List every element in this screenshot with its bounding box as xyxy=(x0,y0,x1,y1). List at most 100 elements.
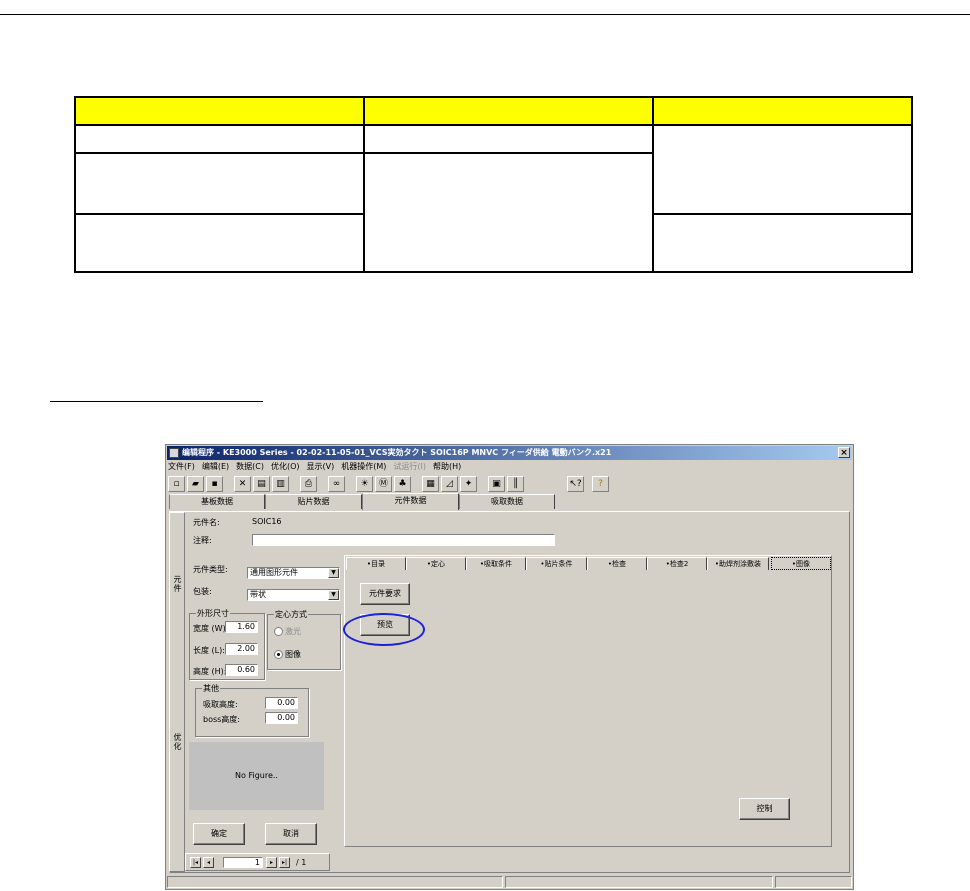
status-bar xyxy=(167,876,852,888)
help-pointer-icon[interactable]: ↖? xyxy=(567,476,584,492)
open-icon[interactable]: ▰ xyxy=(187,476,204,492)
element-request-button[interactable]: 元件要求 xyxy=(360,583,410,605)
detail-tab-bar: •目录 •定心 •吸取条件 •贴片条件 •检查 •检查2 •助焊剂涂敷装 •图像 xyxy=(346,557,831,571)
gear-icon[interactable]: ✦ xyxy=(460,476,477,492)
record-number-field[interactable]: 1 xyxy=(223,857,263,868)
boss-height-label: boss高度: xyxy=(203,715,241,724)
table-cell xyxy=(652,96,913,126)
menu-file[interactable]: 文件(F) xyxy=(168,462,195,471)
copy-icon[interactable]: ▤ xyxy=(253,476,270,492)
part-type-value: 通用图形元件 xyxy=(250,568,298,577)
status-pane xyxy=(505,876,773,888)
last-record-icon[interactable]: ▸| xyxy=(279,857,290,868)
first-record-icon[interactable]: |◂ xyxy=(190,857,201,868)
menu-help[interactable]: 帮助(H) xyxy=(433,462,461,471)
centering-group: 定心方式 xyxy=(267,609,341,670)
menu-machine[interactable]: 机器操作(M) xyxy=(341,462,386,471)
menu-view[interactable]: 显示(V) xyxy=(307,462,335,471)
help-icon[interactable]: ? xyxy=(592,476,609,492)
vertical-tab-strip: 元件 优化 xyxy=(169,512,185,872)
glasses-icon[interactable]: ∞ xyxy=(328,476,345,492)
components-icon[interactable]: ♣ xyxy=(394,476,411,492)
height-label: 高度 (H): xyxy=(193,667,227,676)
vertical-tab-part[interactable]: 元件 xyxy=(173,575,182,593)
tab-image[interactable]: •图像 xyxy=(771,557,831,570)
pickup-height-label: 吸取高度: xyxy=(203,700,238,709)
tab-inspection[interactable]: •检查 xyxy=(587,557,647,570)
dimensions-title: 外形尺寸 xyxy=(196,608,230,619)
table-cell xyxy=(74,124,365,154)
highlight-ellipse xyxy=(343,613,425,646)
tab-inspection-2[interactable]: •检查2 xyxy=(647,557,707,570)
menu-data[interactable]: 数据(C) xyxy=(236,462,264,471)
length-label: 长度 (L): xyxy=(193,646,225,655)
tab-pickup-conditions[interactable]: •吸取条件 xyxy=(466,557,526,570)
top-tab-bar: 基板数据 贴片数据 元件数据 吸取数据 xyxy=(169,493,850,510)
menu-optimize[interactable]: 优化(O) xyxy=(271,462,300,471)
window-title: 编辑程序 - KE3000 Series - 02-02-11-05-01_VC… xyxy=(182,448,612,457)
toolbar: ▫ ▰ ▪ ✕ ▤ ▥ ⎙ ∞ ☀ Ⓜ ♣ ▦ ◿ ✦ ▣ ║ ↖? ? xyxy=(168,475,851,493)
previous-record-icon[interactable]: ◂ xyxy=(203,857,214,868)
menu-bar: 文件(F) 编辑(E) 数据(C) 优化(O) 显示(V) 机器操作(M) 试运行(I) 帮助… xyxy=(168,461,468,473)
package-select[interactable]: 带状 ▼ xyxy=(247,589,340,601)
comment-field[interactable] xyxy=(252,534,555,546)
tab-part-data[interactable]: 元件数据 xyxy=(362,493,459,510)
status-pane xyxy=(775,876,852,888)
tab-pickup-data[interactable]: 吸取数据 xyxy=(459,494,555,509)
print-icon[interactable]: ⎙ xyxy=(300,476,317,492)
title-bar: 编辑程序 - KE3000 Series - 02-02-11-05-01_VC… xyxy=(167,446,852,460)
width-field[interactable]: 1.60 xyxy=(225,621,258,633)
boss-height-field[interactable]: 0.00 xyxy=(265,712,298,724)
table-cell xyxy=(652,124,913,215)
part-name-label: 元件名: xyxy=(193,518,220,527)
document-table xyxy=(74,96,913,273)
vertical-tab-optimize[interactable]: 优化 xyxy=(173,733,182,751)
feeder-icon[interactable]: Ⓜ xyxy=(375,476,392,492)
part-type-label: 元件类型: xyxy=(193,565,228,574)
record-navigator: |◂ ◂ 1 ▸ ▸| / 1 xyxy=(185,853,330,871)
laser-radio[interactable] xyxy=(274,627,283,636)
header-rule xyxy=(0,14,970,15)
table-cell xyxy=(74,96,365,126)
package-label: 包装: xyxy=(193,587,212,596)
underline-rule xyxy=(50,401,263,402)
tab-board-data[interactable]: 基板数据 xyxy=(169,494,265,509)
chart-icon[interactable]: ◿ xyxy=(441,476,458,492)
laser-label: 激光 xyxy=(285,627,301,636)
bulb-icon[interactable]: ☀ xyxy=(356,476,373,492)
height-field[interactable]: 0.60 xyxy=(225,664,258,676)
image-radio[interactable] xyxy=(274,650,283,659)
next-record-icon[interactable]: ▸ xyxy=(266,857,277,868)
tab-flux-dipping[interactable]: •助焊剂涂敷装 xyxy=(707,557,769,570)
paste-icon[interactable]: ▥ xyxy=(272,476,289,492)
cancel-button[interactable]: 取消 xyxy=(265,823,317,845)
tab-centering[interactable]: •定心 xyxy=(406,557,466,570)
ok-button[interactable]: 确定 xyxy=(193,823,245,845)
close-button[interactable]: × xyxy=(838,447,850,458)
control-button[interactable]: 控制 xyxy=(739,798,790,820)
table-cell xyxy=(363,124,654,154)
table-cell xyxy=(652,213,913,273)
chevron-down-icon[interactable]: ▼ xyxy=(328,590,339,600)
comment-label: 注释: xyxy=(193,536,212,545)
list-icon[interactable]: ▦ xyxy=(422,476,439,492)
part-type-select[interactable]: 通用图形元件 ▼ xyxy=(247,567,340,579)
new-icon[interactable]: ▫ xyxy=(168,476,185,492)
table-cell xyxy=(74,152,365,215)
length-field[interactable]: 2.00 xyxy=(225,643,258,655)
chevron-down-icon[interactable]: ▼ xyxy=(328,568,339,578)
document-table-header-row xyxy=(74,96,913,126)
save-icon[interactable]: ▪ xyxy=(206,476,223,492)
menu-edit[interactable]: 编辑(E) xyxy=(202,462,229,471)
tab-placement-data[interactable]: 贴片数据 xyxy=(265,494,362,509)
tab-catalog[interactable]: •目录 xyxy=(346,557,406,570)
pickup-height-field[interactable]: 0.00 xyxy=(265,697,298,709)
tab-placement-conditions[interactable]: •贴片条件 xyxy=(526,557,587,570)
board-icon[interactable]: ▣ xyxy=(488,476,505,492)
other-title: 其他 xyxy=(202,683,220,694)
status-pane xyxy=(167,876,503,888)
cut-icon[interactable]: ✕ xyxy=(234,476,251,492)
menu-trial-run[interactable]: 试运行(I) xyxy=(393,462,426,471)
ruler-icon[interactable]: ║ xyxy=(507,476,524,492)
table-cell xyxy=(363,152,654,273)
